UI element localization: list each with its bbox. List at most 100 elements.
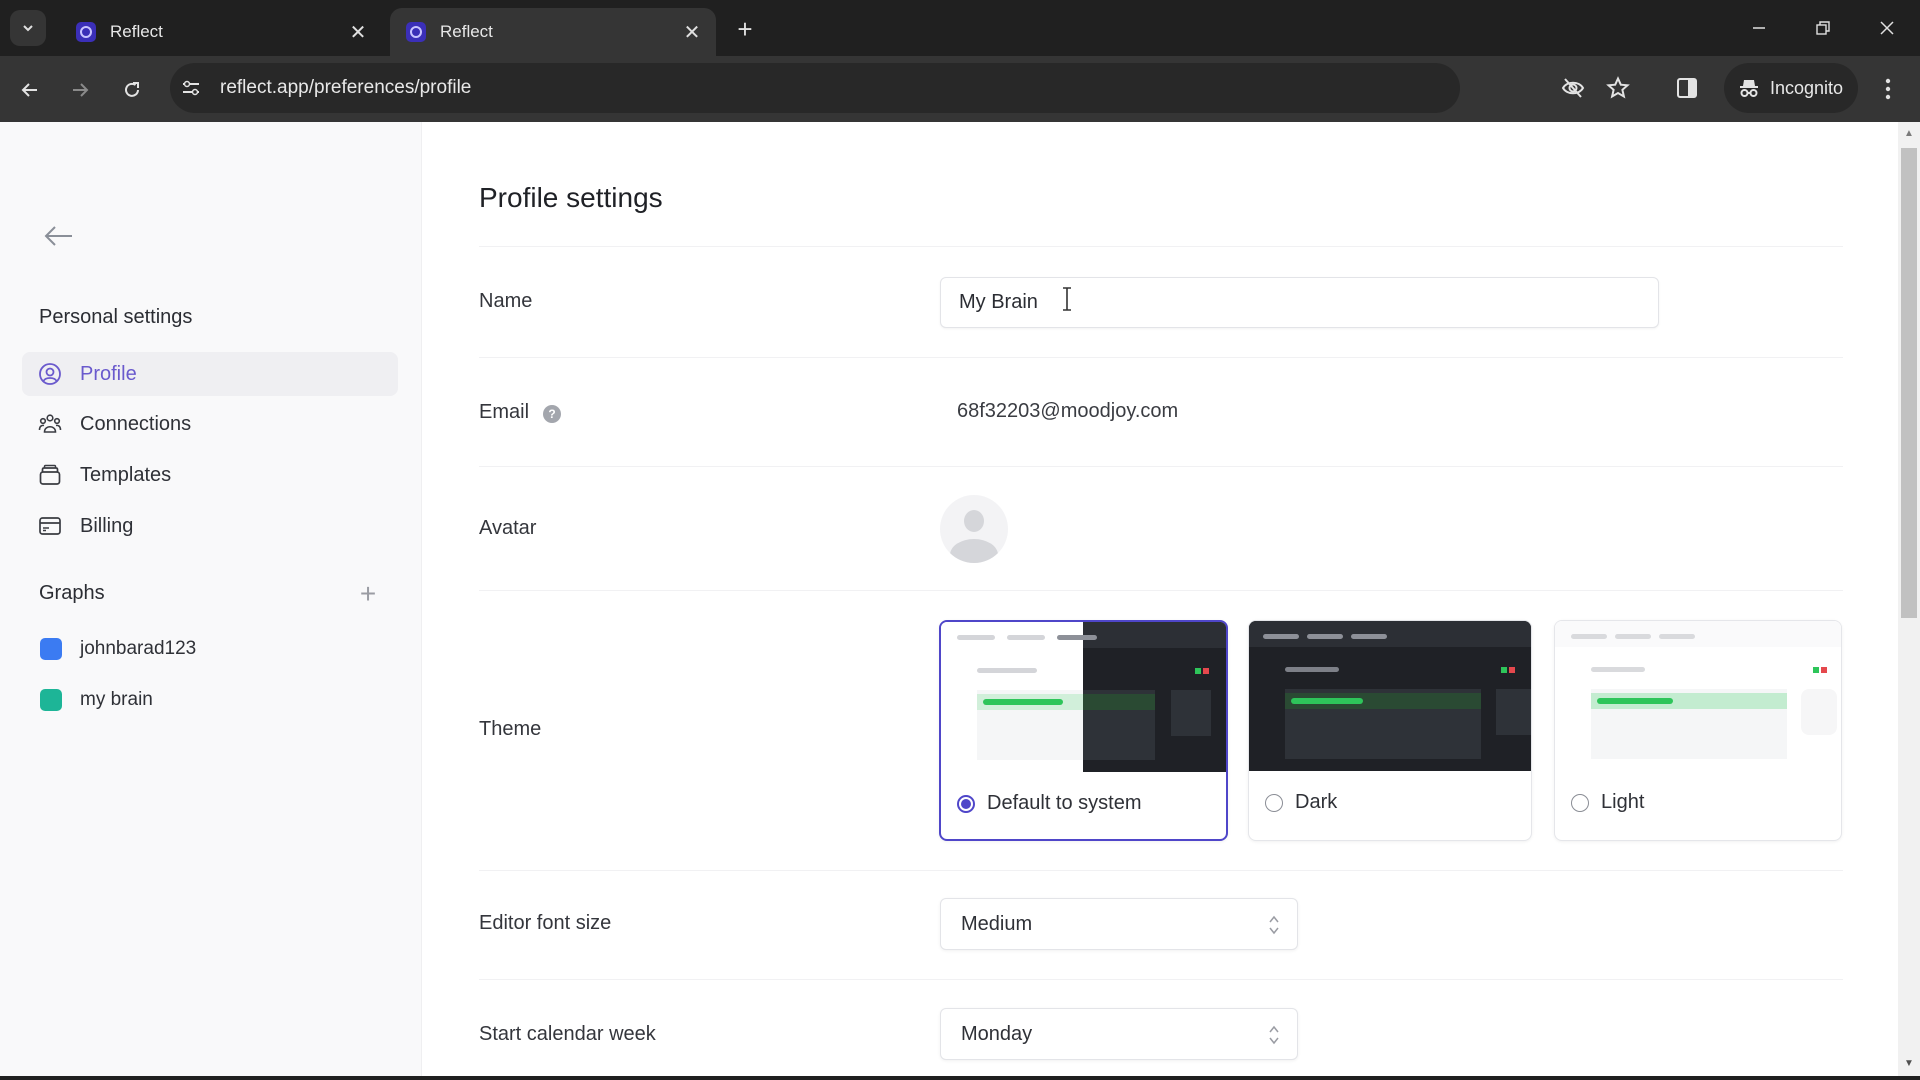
- theme-radio[interactable]: [1265, 793, 1283, 812]
- divider: [479, 466, 1843, 467]
- close-tab-icon[interactable]: ✕: [678, 18, 706, 46]
- sidebar-item-billing[interactable]: Billing: [22, 504, 398, 548]
- graph-item-my-brain[interactable]: my brain: [40, 689, 153, 711]
- theme-option-text: Default to system: [987, 792, 1142, 814]
- browser-tab[interactable]: Reflect ✕: [60, 8, 382, 56]
- theme-option-system[interactable]: Default to system: [939, 620, 1228, 841]
- theme-preview-dark: [1249, 621, 1531, 771]
- sidebar-item-label: Billing: [80, 514, 134, 537]
- sidebar-item-label: Templates: [80, 463, 172, 486]
- tab-title: Reflect: [110, 22, 163, 41]
- graphs-heading: Graphs: [39, 582, 105, 604]
- forward-button[interactable]: [62, 72, 98, 108]
- theme-label: Theme: [479, 718, 542, 740]
- users-icon: [38, 414, 62, 433]
- url-text[interactable]: reflect.app/preferences/profile: [220, 77, 471, 99]
- tab-title: Reflect: [440, 22, 493, 41]
- avatar[interactable]: [940, 495, 1008, 563]
- personal-settings-heading: Personal settings: [39, 306, 193, 328]
- page-title: Profile settings: [479, 182, 663, 213]
- site-info-button[interactable]: [180, 78, 202, 98]
- reload-button[interactable]: [114, 72, 150, 108]
- restore-icon: [1816, 21, 1830, 35]
- incognito-icon: [1740, 80, 1758, 97]
- template-icon: [39, 464, 61, 485]
- graph-item-johnbarad123[interactable]: johnbarad123: [40, 638, 196, 660]
- arrow-left-icon: [44, 226, 72, 246]
- close-tab-icon[interactable]: ✕: [344, 18, 372, 46]
- taskbar-edge: [0, 1076, 1920, 1080]
- email-value: 68f32203@moodjoy.com: [957, 400, 1179, 422]
- minimize-button[interactable]: [1734, 8, 1784, 48]
- theme-radio[interactable]: [1571, 793, 1589, 812]
- name-label: Name: [479, 290, 533, 312]
- eye-off-icon: [1561, 78, 1585, 98]
- scroll-up-icon[interactable]: ▲: [1902, 128, 1916, 142]
- editor-font-size-select[interactable]: Medium: [940, 898, 1298, 950]
- scroll-down-icon[interactable]: ▼: [1902, 1058, 1916, 1072]
- theme-option-label: Dark: [1265, 791, 1337, 814]
- theme-option-label: Light: [1571, 791, 1644, 814]
- scrollbar-thumb[interactable]: [1901, 148, 1917, 618]
- chevron-up-down-icon: [1269, 915, 1279, 935]
- theme-option-light[interactable]: Light: [1554, 620, 1842, 841]
- kebab-menu-icon: [1885, 78, 1891, 100]
- back-button[interactable]: [12, 72, 48, 108]
- theme-option-label: Default to system: [957, 792, 1142, 815]
- graph-color-swatch: [40, 689, 62, 711]
- bookmark-button[interactable]: [1606, 76, 1630, 100]
- reload-icon: [125, 82, 139, 97]
- name-input-value: My Brain: [959, 291, 1038, 313]
- reflect-favicon: [406, 22, 426, 42]
- sidebar-item-label: Profile: [80, 362, 137, 385]
- user-circle-icon: [39, 363, 61, 385]
- browser-tab-bar: Reflect ✕ Reflect ✕ +: [0, 0, 1920, 56]
- select-value: Medium: [961, 912, 1033, 935]
- arrow-right-icon: [73, 83, 89, 97]
- graph-label: johnbarad123: [80, 638, 197, 659]
- editor-font-size-label: Editor font size: [479, 912, 612, 934]
- divider: [479, 870, 1843, 871]
- theme-option-dark[interactable]: Dark: [1248, 620, 1532, 841]
- start-calendar-week-label: Start calendar week: [479, 1023, 656, 1045]
- restore-button[interactable]: [1798, 8, 1848, 48]
- minimize-icon: [1753, 27, 1765, 29]
- chevron-up-down-icon: [1269, 1025, 1279, 1045]
- theme-preview-light: [1555, 621, 1841, 771]
- browser-tab-active[interactable]: Reflect ✕: [390, 8, 716, 56]
- theme-option-text: Dark: [1295, 791, 1338, 813]
- side-panel-icon: [1677, 78, 1697, 98]
- add-graph-button[interactable]: +: [354, 578, 382, 609]
- theme-radio[interactable]: [957, 794, 975, 813]
- credit-card-icon: [39, 517, 61, 535]
- close-icon: [1880, 21, 1894, 35]
- avatar-label: Avatar: [479, 517, 537, 539]
- start-calendar-week-select[interactable]: Monday: [940, 1008, 1298, 1060]
- text-cursor-icon: [1060, 286, 1074, 312]
- sidebar-item-templates[interactable]: Templates: [22, 453, 398, 497]
- star-icon: [1606, 76, 1630, 99]
- sidebar-item-connections[interactable]: Connections: [22, 402, 398, 446]
- chevron-down-icon: [23, 25, 33, 32]
- tune-icon: [183, 80, 199, 96]
- close-window-button[interactable]: [1862, 8, 1912, 48]
- divider: [479, 590, 1843, 591]
- tracking-protection-button[interactable]: [1560, 76, 1586, 100]
- tab-list-button[interactable]: [10, 10, 46, 46]
- incognito-badge[interactable]: Incognito: [1724, 63, 1858, 113]
- user-placeholder-icon: [950, 510, 998, 563]
- select-value: Monday: [961, 1022, 1033, 1045]
- browser-menu-button[interactable]: [1880, 76, 1896, 102]
- name-input[interactable]: My Brain: [940, 277, 1659, 328]
- theme-preview-system: [941, 622, 1226, 772]
- theme-option-text: Light: [1601, 791, 1645, 813]
- side-panel-button[interactable]: [1676, 77, 1698, 99]
- sidebar-item-profile[interactable]: Profile: [22, 352, 398, 396]
- back-to-app-button[interactable]: [40, 218, 76, 254]
- new-tab-button[interactable]: +: [730, 14, 760, 44]
- graph-label: my brain: [80, 689, 153, 710]
- divider: [479, 979, 1843, 980]
- help-icon[interactable]: ?: [543, 405, 561, 423]
- incognito-label: Incognito: [1770, 77, 1844, 98]
- email-label: Email: [479, 401, 530, 423]
